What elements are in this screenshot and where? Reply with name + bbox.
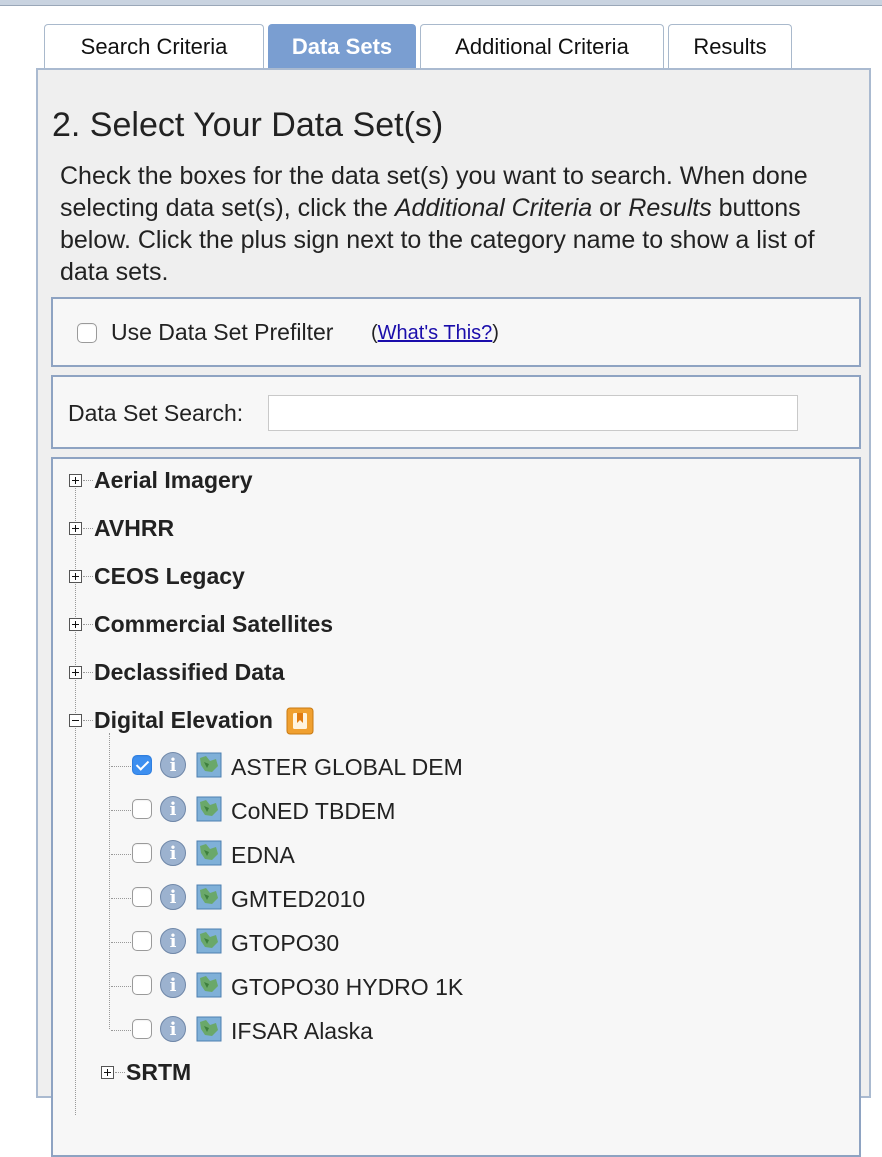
tree-connector — [111, 898, 131, 899]
instructions-part2: or — [592, 194, 629, 222]
category-aerial-imagery[interactable]: Aerial Imagery — [94, 467, 253, 494]
open-paren: ( — [371, 322, 378, 344]
category-avhrr[interactable]: AVHRR — [94, 515, 174, 542]
map-preview-icon[interactable] — [196, 972, 222, 998]
dataset-checkbox-aster-global-dem[interactable] — [132, 755, 152, 775]
instructions-text: Check the boxes for the data set(s) you … — [60, 160, 850, 288]
category-srtm[interactable]: SRTM — [126, 1059, 191, 1086]
page-title: 2. Select Your Data Set(s) — [52, 106, 444, 144]
tree-connector — [111, 766, 131, 767]
dataset-label-coned-tbdem: CoNED TBDEM — [231, 798, 396, 824]
expand-ceos-legacy-icon[interactable] — [69, 570, 82, 583]
instructions-additional-criteria: Additional Criteria — [394, 194, 593, 222]
dataset-label-edna: EDNA — [231, 842, 295, 868]
tree-connector — [111, 1030, 131, 1031]
dataset-label-gtopo30-hydro-1k: GTOPO30 HYDRO 1K — [231, 974, 464, 1000]
whats-this-wrapper: (What's This?) — [371, 322, 499, 345]
tree-connector — [115, 1072, 125, 1073]
tree-connector — [83, 624, 93, 625]
dataset-checkbox-coned-tbdem[interactable] — [132, 799, 152, 819]
dataset-checkbox-ifsar-alaska[interactable] — [132, 1019, 152, 1039]
tab-additional-criteria[interactable]: Additional Criteria — [420, 24, 664, 68]
category-commercial-satellites[interactable]: Commercial Satellites — [94, 611, 333, 638]
dataset-checkbox-gmted2010[interactable] — [132, 887, 152, 907]
prefilter-box: Use Data Set Prefilter (What's This?) — [51, 297, 861, 367]
orange-bookmark-icon[interactable] — [286, 707, 314, 735]
tree-connector — [111, 810, 131, 811]
map-preview-icon[interactable] — [196, 1016, 222, 1042]
info-icon[interactable]: i — [160, 796, 186, 822]
data-set-search-input[interactable] — [268, 395, 798, 431]
expand-commercial-satellites-icon[interactable] — [69, 618, 82, 631]
expand-declassified-data-icon[interactable] — [69, 666, 82, 679]
dataset-label-gmted2010: GMTED2010 — [231, 886, 366, 912]
data-set-search-box: Data Set Search: — [51, 375, 861, 449]
map-preview-icon[interactable] — [196, 928, 222, 954]
whats-this-link[interactable]: What's This? — [378, 322, 493, 344]
dataset-label-gtopo30: GTOPO30 — [231, 930, 340, 956]
dataset-checkbox-edna[interactable] — [132, 843, 152, 863]
info-icon[interactable]: i — [160, 1016, 186, 1042]
expand-avhrr-icon[interactable] — [69, 522, 82, 535]
map-preview-icon[interactable] — [196, 840, 222, 866]
data-set-tree: Aerial Imagery AVHRR CEOS Legacy Commerc… — [51, 457, 861, 1157]
expand-aerial-imagery-icon[interactable] — [69, 474, 82, 487]
digital-elevation-children-spine — [109, 733, 110, 1029]
info-icon[interactable]: i — [160, 928, 186, 954]
tree-connector — [111, 986, 131, 987]
data-set-search-label: Data Set Search: — [68, 400, 244, 426]
category-declassified-data[interactable]: Declassified Data — [94, 659, 284, 686]
close-paren: ) — [492, 322, 499, 344]
tree-connector — [83, 576, 93, 577]
top-border — [0, 0, 882, 6]
info-icon[interactable]: i — [160, 884, 186, 910]
category-ceos-legacy[interactable]: CEOS Legacy — [94, 563, 245, 590]
tree-connector — [83, 672, 93, 673]
map-preview-icon[interactable] — [196, 752, 222, 778]
tree-connector — [83, 480, 93, 481]
data-sets-panel: 2. Select Your Data Set(s) Check the box… — [36, 68, 871, 1157]
category-digital-elevation[interactable]: Digital Elevation — [94, 707, 273, 734]
info-icon[interactable]: i — [160, 840, 186, 866]
collapse-digital-elevation-icon[interactable] — [69, 714, 82, 727]
map-preview-icon[interactable] — [196, 884, 222, 910]
prefilter-checkbox[interactable] — [77, 323, 97, 343]
tree-connector — [111, 854, 131, 855]
map-preview-icon[interactable] — [196, 796, 222, 822]
expand-srtm-icon[interactable] — [101, 1066, 114, 1079]
tab-search-criteria[interactable]: Search Criteria — [44, 24, 264, 68]
dataset-label-aster-global-dem: ASTER GLOBAL DEM — [231, 754, 463, 780]
dataset-checkbox-gtopo30-hydro-1k[interactable] — [132, 975, 152, 995]
tab-data-sets[interactable]: Data Sets — [268, 24, 416, 68]
dataset-label-ifsar-alaska: IFSAR Alaska — [231, 1018, 373, 1044]
tab-results[interactable]: Results — [668, 24, 792, 68]
dataset-checkbox-gtopo30[interactable] — [132, 931, 152, 951]
tree-connector — [83, 720, 93, 721]
prefilter-label: Use Data Set Prefilter — [111, 319, 334, 345]
tree-connector — [83, 528, 93, 529]
tree-connector — [111, 942, 131, 943]
instructions-results: Results — [628, 194, 712, 222]
info-icon[interactable]: i — [160, 972, 186, 998]
info-icon[interactable]: i — [160, 752, 186, 778]
